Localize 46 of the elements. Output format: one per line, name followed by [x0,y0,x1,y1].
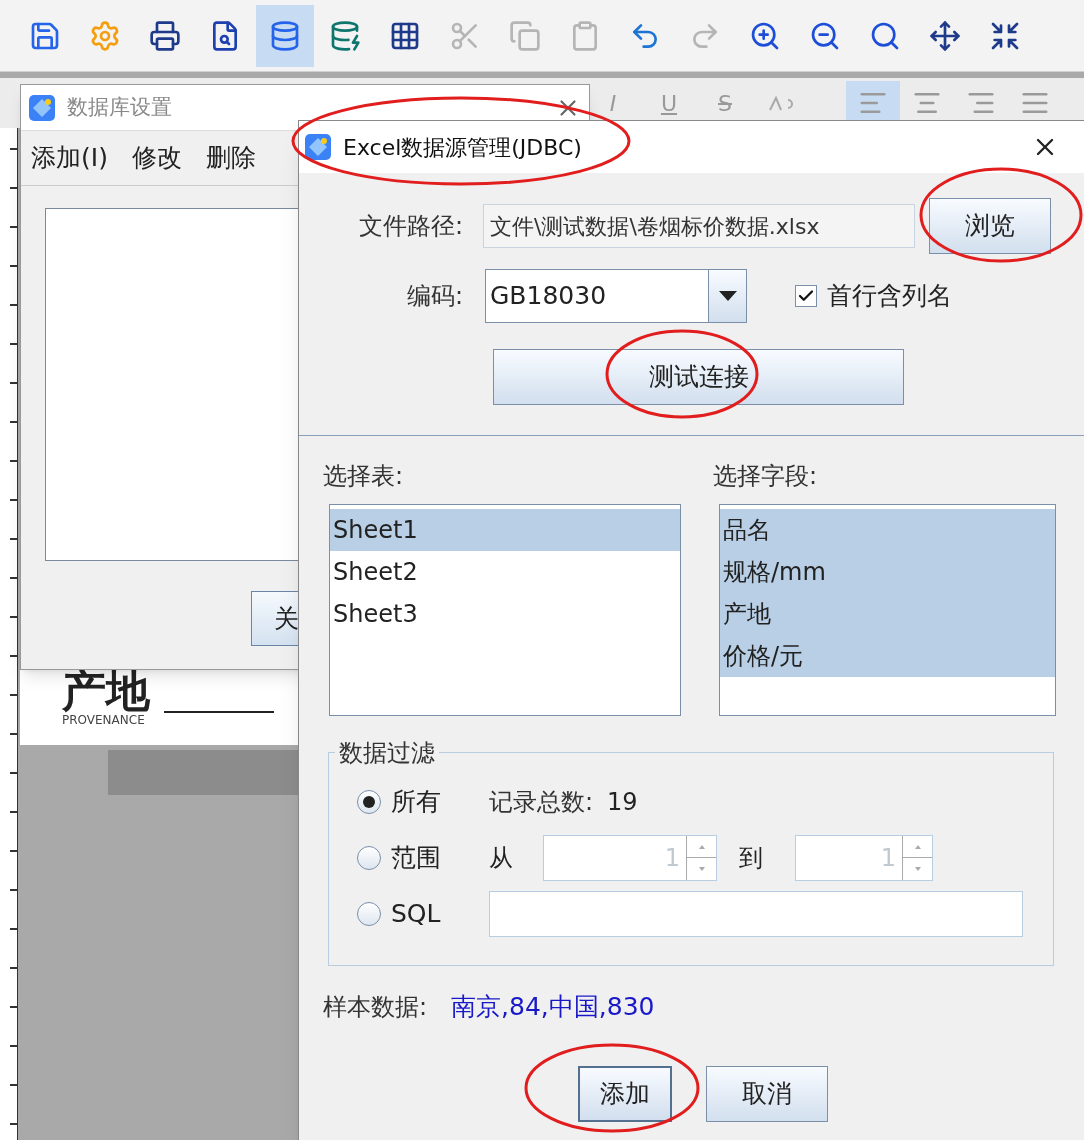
printer-icon [149,19,181,52]
list-item[interactable]: 品名 [720,509,1055,551]
checkbox-label: 首行含列名 [827,280,952,313]
range-label: 到 [739,843,764,874]
gear-icon [89,19,121,52]
dialog-button[interactable]: 添加 [578,1065,672,1122]
dialog-button[interactable]: 取消 [706,1065,828,1122]
list-item[interactable]: Sheet1 [330,509,680,551]
test-connection-button[interactable]: 测试连接 [493,349,904,405]
dropdown-arrow-icon [718,291,737,301]
file-path-field[interactable]: 文件\测试数据\卷烟标价数据.xlsx [483,204,915,248]
encoding-dropdown[interactable]: GB18030 [485,269,747,323]
sample-label: 样本数据: [323,991,428,1023]
database-icon [269,19,301,52]
app-icon [27,92,57,123]
list-item[interactable]: 产地 [720,593,1055,635]
canvas-subtitle: PROVENANCE [62,713,145,727]
list-label: 选择字段: [713,461,819,492]
expand-icon [929,19,961,52]
sample-data: 南京,84,中国,830 [451,991,655,1023]
menu-item[interactable]: 添加(I) [31,139,108,177]
record-count-label: 记录总数: [489,787,594,818]
app-icon [303,132,333,162]
sql-field[interactable] [489,891,1023,937]
radio-label: 范围 [391,842,442,875]
browse-button[interactable]: 浏览 [929,198,1051,254]
list-item[interactable]: 价格/元 [720,635,1055,677]
radio-button[interactable] [357,846,381,870]
list-item[interactable]: 规格/mm [720,551,1055,593]
menu-item[interactable]: 删除 [205,139,256,177]
menu-item[interactable]: 修改 [131,139,182,177]
radio-label: SQL [391,898,442,931]
window-title: 数据库设置 [67,93,172,121]
list-label: 选择表: [323,461,405,492]
record-count: 19 [607,787,638,818]
radio-button[interactable] [357,902,381,926]
radio-button[interactable] [357,790,381,814]
field-label: 文件路径: [357,211,463,242]
window-title: Excel数据源管理(JDBC) [343,133,582,162]
checkbox[interactable] [795,285,817,307]
radio-label: 所有 [391,786,442,819]
copy-icon [509,19,541,52]
range-label: 从 [489,843,514,874]
list-item[interactable]: Sheet2 [330,551,680,593]
field-label: 编码: [405,281,463,312]
list-item[interactable]: Sheet3 [330,593,680,635]
